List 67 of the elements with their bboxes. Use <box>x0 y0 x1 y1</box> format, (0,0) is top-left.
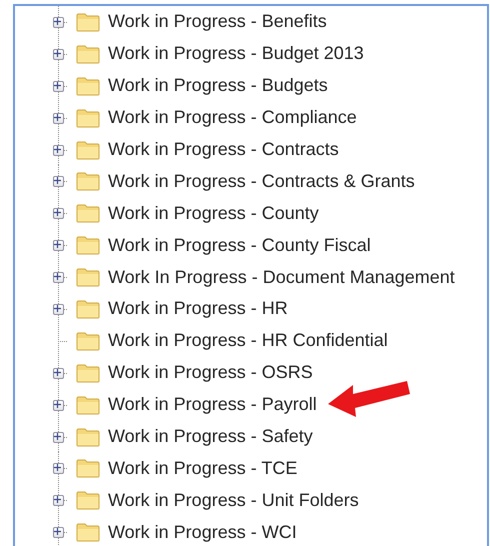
tree-connector-line <box>58 484 68 516</box>
folder-icon <box>76 235 100 256</box>
folder-icon <box>76 362 100 383</box>
expand-icon[interactable] <box>53 495 64 506</box>
tree-connector-line <box>58 452 68 484</box>
folder-label[interactable]: Work in Progress - Budgets <box>108 72 328 100</box>
tree-connector-line <box>58 70 68 102</box>
expand-icon[interactable] <box>53 48 64 60</box>
expand-icon[interactable] <box>53 368 64 379</box>
tree-connector-line <box>58 229 68 262</box>
tree-connector-line <box>58 516 68 546</box>
tree-connector-line <box>58 165 68 198</box>
expand-icon[interactable] <box>53 272 64 284</box>
folder-label[interactable]: Work in Progress - WCI <box>108 518 297 546</box>
expand-icon[interactable] <box>53 527 64 538</box>
expand-icon[interactable] <box>53 17 64 28</box>
expand-icon[interactable] <box>53 144 64 156</box>
tree-connector-line <box>58 102 68 134</box>
folder-label[interactable]: Work in Progress - HR Confidential <box>108 327 388 354</box>
folder-label[interactable]: Work in Progress - Safety <box>108 423 313 450</box>
folder-label[interactable]: Work in Progress - County <box>108 200 319 227</box>
folder-label[interactable]: Work in Progress - OSRS <box>108 359 313 386</box>
expand-icon[interactable] <box>53 304 64 316</box>
folder-icon <box>76 490 100 510</box>
tree-connector-line <box>58 6 68 38</box>
folder-icon <box>76 108 100 128</box>
expand-icon[interactable] <box>53 432 64 443</box>
expand-icon[interactable] <box>53 463 64 474</box>
tree-connector-line <box>58 261 68 294</box>
expand-icon[interactable] <box>53 400 64 411</box>
folder-label[interactable]: Work In Progress - Document Management <box>108 264 455 291</box>
folder-label[interactable]: Work in Progress - County Fiscal <box>108 232 371 259</box>
folder-label[interactable]: Work in Progress - TCE <box>108 454 298 482</box>
tree-connector-line <box>58 293 68 326</box>
folder-icon <box>76 76 100 96</box>
folder-label[interactable]: Work in Progress - Payroll <box>108 391 317 418</box>
folder-label[interactable]: Work in Progress - Budget 2013 <box>108 40 364 68</box>
expand-icon[interactable] <box>53 240 64 252</box>
tree-connector-line <box>58 134 68 166</box>
folder-icon <box>76 12 100 32</box>
folder-icon <box>76 458 100 478</box>
folder-icon <box>76 44 100 64</box>
folder-label[interactable]: Work in Progress - Compliance <box>108 104 357 132</box>
folder-icon <box>76 267 100 288</box>
folder-label[interactable]: Work in Progress - Benefits <box>108 8 327 36</box>
folder-label[interactable]: Work in Progress - Contracts & Grants <box>108 168 415 195</box>
expand-icon[interactable] <box>53 112 64 124</box>
folder-label[interactable]: Work in Progress - Unit Folders <box>108 486 359 514</box>
expand-icon[interactable] <box>53 208 64 220</box>
folder-label[interactable]: Work in Progress - HR <box>108 295 288 322</box>
folder-icon <box>76 330 100 351</box>
folder-icon <box>76 203 100 224</box>
folder-icon <box>76 394 100 415</box>
tree-connector-line <box>58 420 68 453</box>
tree-connector-line <box>58 38 68 70</box>
folder-icon <box>76 426 100 447</box>
expand-icon[interactable] <box>53 176 64 188</box>
folder-icon <box>76 522 100 542</box>
tree-connector-line <box>58 197 68 230</box>
tree-connector-line <box>58 324 68 357</box>
tree-connector-line <box>58 356 68 389</box>
expand-icon[interactable] <box>53 80 64 92</box>
folder-label[interactable]: Work in Progress - Contracts <box>108 136 339 163</box>
folder-icon <box>76 171 100 192</box>
folder-icon <box>76 298 100 319</box>
folder-icon <box>76 140 100 160</box>
tree-connector-line <box>58 388 68 421</box>
